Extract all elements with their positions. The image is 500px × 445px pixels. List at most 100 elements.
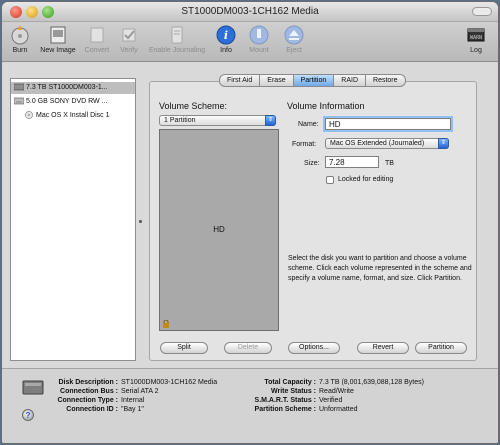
mount-icon bbox=[249, 25, 269, 45]
write-status-key: Write Status : bbox=[271, 388, 316, 395]
connection-bus-row: Connection Bus : Serial ATA 2 bbox=[34, 388, 158, 395]
toolbar-toggle-button[interactable] bbox=[472, 7, 492, 16]
mount-button[interactable]: Mount bbox=[246, 24, 272, 54]
verify-label: Verify bbox=[120, 47, 138, 54]
burn-label: Burn bbox=[12, 47, 28, 54]
disk-list[interactable]: 7.3 TB ST1000DM003-1... 5.0 GB SONY DVD … bbox=[10, 78, 136, 361]
new-image-button[interactable]: New Image bbox=[38, 24, 78, 54]
tab-partition[interactable]: Partition bbox=[292, 74, 335, 87]
disk-item-hd-label: 7.3 TB ST1000DM003-1... bbox=[26, 84, 108, 91]
partition-scheme-key: Partition Scheme : bbox=[254, 406, 316, 413]
smart-status-key: S.M.A.R.T. Status : bbox=[254, 397, 316, 404]
burn-button[interactable]: Burn bbox=[8, 24, 32, 54]
connection-type-value: Internal bbox=[121, 397, 145, 404]
convert-button[interactable]: Convert bbox=[82, 24, 112, 54]
partition-scheme-row: Partition Scheme : Unformatted bbox=[238, 406, 358, 413]
hard-disk-icon bbox=[14, 83, 24, 91]
eject-icon bbox=[284, 25, 304, 45]
popup-arrows-icon: ⇕ bbox=[265, 115, 276, 126]
disk-description-key: Disk Description : bbox=[58, 379, 118, 386]
write-status-value: Read/Write bbox=[319, 388, 354, 395]
volume-information-title: Volume Information bbox=[287, 101, 365, 111]
split-button[interactable]: Split bbox=[160, 342, 208, 354]
disk-info-bar: Disk Description : ST1000DM003-1CH162 Med… bbox=[2, 368, 498, 443]
disk-utility-window: ST1000DM003-1CH162 Media Burn New Image … bbox=[2, 2, 498, 443]
disk-description-row: Disk Description : ST1000DM003-1CH162 Med… bbox=[34, 379, 217, 386]
locked-label: Locked for editing bbox=[338, 176, 394, 183]
help-button[interactable]: ? bbox=[22, 409, 34, 421]
window-title: ST1000DM003-1CH162 Media bbox=[181, 6, 319, 17]
volume-scheme-area[interactable]: HD bbox=[159, 129, 279, 331]
burn-icon bbox=[11, 25, 29, 45]
disc-icon bbox=[25, 111, 33, 120]
info-icon: i bbox=[216, 25, 236, 45]
connection-id-value: "Bay 1" bbox=[121, 406, 144, 413]
format-value: Mac OS Extended (Journaled) bbox=[330, 140, 425, 147]
enable-journaling-button[interactable]: Enable Journaling bbox=[146, 24, 208, 54]
smart-status-value: Verified bbox=[319, 397, 343, 404]
split-view-handle[interactable] bbox=[139, 220, 142, 223]
tab-bar: First Aid Erase Partition RAID Restore bbox=[219, 74, 406, 87]
format-label: Format: bbox=[292, 141, 317, 148]
disk-item-dvd[interactable]: 5.0 GB SONY DVD RW ... bbox=[11, 96, 135, 108]
popup-arrows-icon: ⇕ bbox=[438, 138, 449, 149]
volume-scheme-popup[interactable]: 1 Partition ⇕ bbox=[159, 115, 276, 126]
eject-label: Eject bbox=[286, 47, 302, 54]
connection-id-key: Connection ID : bbox=[66, 406, 118, 413]
partition-scheme-value: Unformatted bbox=[319, 406, 358, 413]
delete-button[interactable]: Delete bbox=[224, 342, 272, 354]
optical-drive-icon bbox=[14, 97, 24, 105]
size-unit: TB bbox=[385, 160, 394, 167]
info-label: Info bbox=[220, 47, 232, 54]
partition-instructions: Select the disk you want to partition an… bbox=[288, 255, 472, 282]
new-image-icon bbox=[50, 26, 66, 44]
lock-icon bbox=[163, 320, 169, 328]
tab-erase[interactable]: Erase bbox=[259, 74, 294, 87]
connection-bus-value: Serial ATA 2 bbox=[121, 388, 159, 395]
total-capacity-value: 7.3 TB (8,001,639,088,128 Bytes) bbox=[319, 379, 424, 386]
disk-item-dvd-label: 5.0 GB SONY DVD RW ... bbox=[26, 98, 108, 105]
enable-journaling-label: Enable Journaling bbox=[148, 47, 206, 54]
svg-text:i: i bbox=[224, 29, 228, 42]
partition-button[interactable]: Partition bbox=[415, 342, 467, 354]
eject-button[interactable]: Eject bbox=[282, 24, 306, 54]
locked-checkbox[interactable] bbox=[326, 176, 334, 184]
tab-raid[interactable]: RAID bbox=[333, 74, 367, 87]
log-label: Log bbox=[470, 47, 482, 54]
disk-item-install-disc-label: Mac OS X Install Disc 1 bbox=[36, 112, 110, 119]
volume-block-label: HD bbox=[213, 225, 225, 234]
smart-status-row: S.M.A.R.T. Status : Verified bbox=[238, 397, 343, 404]
tab-restore[interactable]: Restore bbox=[365, 74, 406, 87]
tab-first-aid[interactable]: First Aid bbox=[219, 74, 261, 87]
mount-label: Mount bbox=[249, 47, 269, 54]
format-popup[interactable]: Mac OS Extended (Journaled) ⇕ bbox=[325, 138, 449, 149]
title-bar: ST1000DM003-1CH162 Media bbox=[2, 2, 498, 22]
convert-label: Convert bbox=[84, 47, 110, 54]
connection-id-row: Connection ID : "Bay 1" bbox=[34, 406, 144, 413]
disk-item-install-disc[interactable]: Mac OS X Install Disc 1 bbox=[21, 110, 135, 122]
connection-type-key: Connection Type : bbox=[57, 397, 118, 404]
name-field[interactable]: HD bbox=[325, 118, 451, 130]
size-field[interactable]: 7.28 bbox=[325, 156, 379, 168]
revert-button[interactable]: Revert bbox=[357, 342, 409, 354]
disk-description-value: ST1000DM003-1CH162 Media bbox=[121, 379, 218, 386]
toolbar: Burn New Image Convert Verify Enable Jou… bbox=[2, 22, 498, 62]
connection-bus-key: Connection Bus : bbox=[60, 388, 118, 395]
write-status-row: Write Status : Read/Write bbox=[238, 388, 354, 395]
options-button[interactable]: Options... bbox=[288, 342, 340, 354]
log-icon: WARN bbox=[467, 28, 485, 42]
verify-icon bbox=[122, 28, 136, 42]
svg-text:WARN: WARN bbox=[470, 35, 482, 41]
size-label: Size: bbox=[304, 160, 320, 167]
volume-scheme-title: Volume Scheme: bbox=[159, 101, 228, 111]
disk-item-hd[interactable]: 7.3 TB ST1000DM003-1... bbox=[11, 82, 135, 94]
info-button[interactable]: i Info bbox=[214, 24, 238, 54]
name-label: Name: bbox=[298, 121, 319, 128]
volume-scheme-value: 1 Partition bbox=[164, 117, 196, 124]
journaling-icon bbox=[171, 26, 183, 44]
log-button[interactable]: WARN Log bbox=[464, 24, 488, 54]
convert-icon bbox=[90, 27, 104, 43]
verify-button[interactable]: Verify bbox=[116, 24, 142, 54]
total-capacity-key: Total Capacity : bbox=[264, 379, 316, 386]
total-capacity-row: Total Capacity :7.3 TB (8,001,639,088,12… bbox=[238, 379, 424, 386]
